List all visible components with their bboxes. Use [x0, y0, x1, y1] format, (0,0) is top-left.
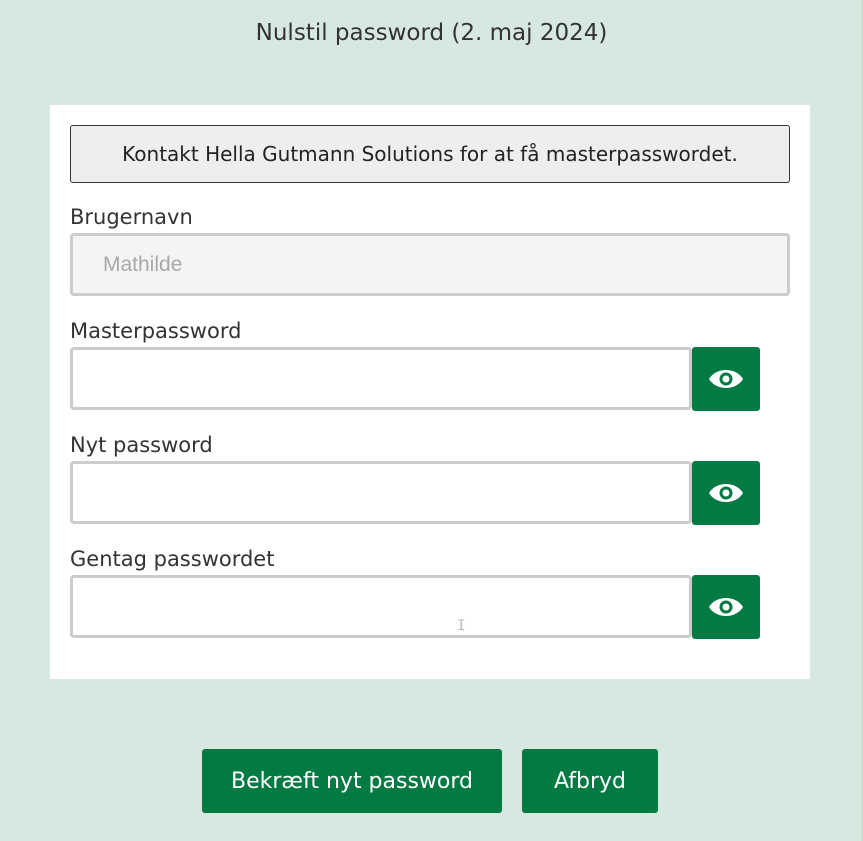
new-password-label: Nyt password: [70, 433, 213, 457]
masterpassword-field[interactable]: [70, 347, 692, 410]
confirm-new-password-button[interactable]: Bekræft nyt password: [202, 749, 502, 813]
eye-icon: [709, 370, 743, 388]
text-cursor-icon: I: [457, 618, 466, 634]
show-masterpassword-button[interactable]: [692, 347, 760, 411]
repeat-password-label: Gentag passwordet: [70, 547, 275, 571]
eye-icon: [709, 598, 743, 616]
form-panel: Kontakt Hella Gutmann Solutions for at f…: [50, 105, 810, 679]
new-password-field[interactable]: [70, 461, 692, 524]
username-label: Brugernavn: [70, 205, 193, 229]
username-field: [70, 233, 790, 296]
show-repeat-password-button[interactable]: [692, 575, 760, 639]
cancel-button[interactable]: Afbryd: [522, 749, 658, 813]
dialog-title: Nulstil password (2. maj 2024): [255, 20, 608, 46]
info-message: Kontakt Hella Gutmann Solutions for at f…: [70, 125, 790, 183]
repeat-password-field[interactable]: [70, 575, 692, 638]
show-new-password-button[interactable]: [692, 461, 760, 525]
eye-icon: [709, 484, 743, 502]
masterpassword-label: Masterpassword: [70, 319, 242, 343]
reset-password-dialog: Nulstil password (2. maj 2024) Kontakt H…: [0, 0, 863, 841]
